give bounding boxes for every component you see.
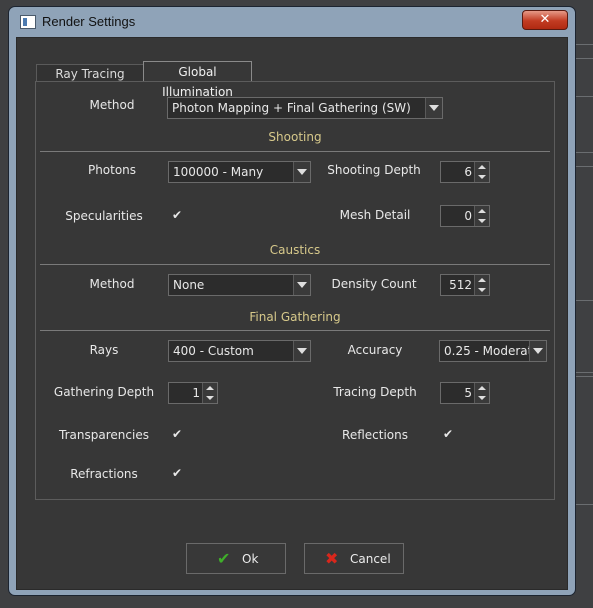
mesh-detail-value: 0 [464, 209, 472, 223]
rays-dropdown[interactable]: 400 - Custom [168, 340, 311, 362]
shooting-section-title: Shooting [268, 130, 322, 144]
spin-down-icon[interactable] [474, 216, 489, 226]
rays-label: Rays [89, 343, 119, 357]
chevron-down-icon[interactable] [293, 341, 310, 361]
reflections-label: Reflections [342, 428, 408, 442]
window-title: Render Settings [42, 14, 136, 29]
photons-dropdown[interactable]: 100000 - Many [168, 161, 311, 183]
caustics-section-title: Caustics [269, 243, 321, 257]
gathering-depth-value: 1 [192, 386, 200, 400]
gathering-depth-spinbox[interactable]: 1 [168, 382, 218, 404]
tracing-depth-value: 5 [464, 386, 472, 400]
photons-value: 100000 - Many [173, 165, 264, 179]
tracing-depth-label: Tracing Depth [333, 385, 417, 399]
reflections-checkbox[interactable]: ✔ [442, 428, 454, 440]
title-bar[interactable]: Render Settings ✕ [9, 7, 575, 39]
method-label: Method [89, 98, 135, 112]
gi-method-value: Photon Mapping + Final Gathering (SW) [172, 101, 411, 115]
photons-label: Photons [87, 163, 137, 177]
final-gathering-section-title: Final Gathering [249, 310, 341, 324]
chevron-down-icon[interactable] [425, 98, 442, 118]
mesh-detail-spinbox[interactable]: 0 [440, 205, 490, 227]
caustics-method-label: Method [89, 277, 135, 291]
caustics-method-dropdown[interactable]: None [168, 274, 311, 296]
transparencies-label: Transparencies [59, 428, 149, 442]
accuracy-dropdown[interactable]: 0.25 - Moderate [439, 340, 547, 362]
spin-down-icon[interactable] [202, 393, 217, 403]
dialog-body: Ray Tracing Global Illumination Method P… [16, 37, 568, 590]
ok-button-label: Ok [242, 552, 259, 566]
mesh-detail-label: Mesh Detail [339, 208, 411, 222]
caustics-divider [40, 264, 550, 265]
refractions-label: Refractions [70, 467, 138, 481]
transparencies-checkbox[interactable]: ✔ [171, 428, 183, 440]
chevron-down-icon[interactable] [293, 162, 310, 182]
close-icon: ✕ [539, 12, 551, 27]
chevron-down-icon[interactable] [529, 341, 546, 361]
density-count-spinbox[interactable]: 512 [440, 274, 490, 296]
tab-global-illumination[interactable]: Global Illumination [143, 61, 252, 99]
spin-down-icon[interactable] [474, 285, 489, 295]
spin-down-icon[interactable] [474, 393, 489, 403]
tracing-depth-spinbox[interactable]: 5 [440, 382, 490, 404]
specularities-checkbox[interactable]: ✔ [171, 209, 183, 221]
checkmark-icon: ✔ [217, 549, 231, 568]
spin-down-icon[interactable] [474, 172, 489, 182]
render-settings-window: Render Settings ✕ Ray Tracing Global Ill… [8, 6, 576, 596]
final-gathering-divider [40, 330, 550, 331]
shooting-divider [40, 151, 550, 152]
refractions-checkbox[interactable]: ✔ [171, 467, 183, 479]
density-count-label: Density Count [331, 277, 417, 291]
cancel-button[interactable]: ✖ Cancel [304, 543, 404, 574]
gathering-depth-label: Gathering Depth [53, 385, 155, 399]
shooting-depth-spinbox[interactable]: 6 [440, 161, 490, 183]
app-icon [20, 15, 36, 29]
close-button[interactable]: ✕ [522, 10, 568, 30]
specularities-label: Specularities [65, 209, 143, 223]
red-x-icon: ✖ [325, 549, 339, 568]
cancel-button-label: Cancel [350, 552, 391, 566]
shooting-depth-label: Shooting Depth [327, 163, 421, 177]
shooting-depth-value: 6 [464, 165, 472, 179]
ok-button[interactable]: ✔ Ok [186, 543, 286, 574]
density-count-value: 512 [449, 278, 472, 292]
gi-method-dropdown[interactable]: Photon Mapping + Final Gathering (SW) [167, 97, 443, 119]
rays-value: 400 - Custom [173, 344, 254, 358]
accuracy-label: Accuracy [347, 343, 403, 357]
caustics-method-value: None [173, 278, 205, 292]
tab-ray-tracing[interactable]: Ray Tracing [36, 64, 144, 82]
chevron-down-icon[interactable] [293, 275, 310, 295]
